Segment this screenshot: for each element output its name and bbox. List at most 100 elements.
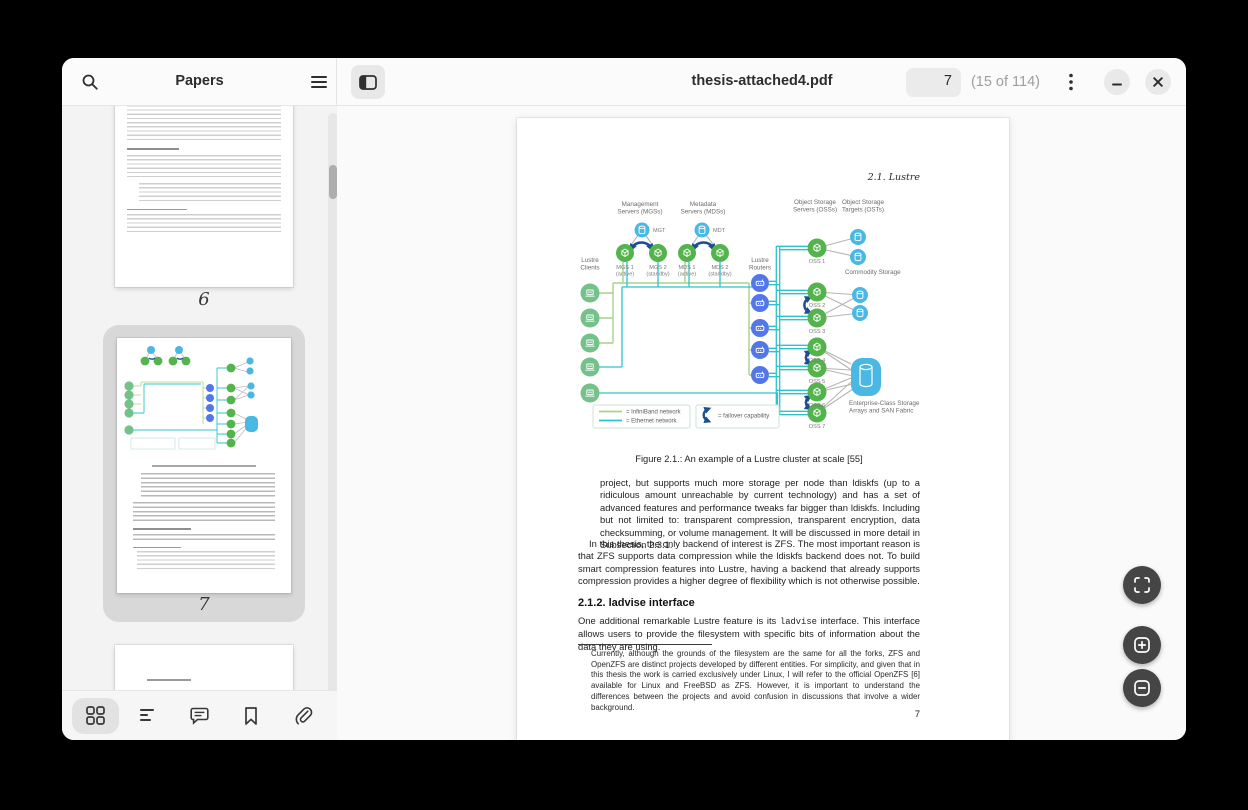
zoom-in-button[interactable]: [1123, 626, 1161, 664]
label-lustre-clients: Lustre: [581, 257, 599, 264]
thumbnail-list[interactable]: 6: [62, 106, 337, 690]
minimize-button[interactable]: [1104, 69, 1130, 95]
lustre-cluster-diagram: Management Servers (MGSs) Metadata Serve…: [566, 190, 928, 438]
tab-bookmarks[interactable]: [228, 698, 275, 734]
fake-heading: [127, 148, 179, 150]
sidebar-toolbar: [62, 690, 337, 740]
label-oss6: OSS 6: [809, 403, 825, 409]
main-menu-button[interactable]: [302, 65, 336, 99]
thumbnail-label-6: 6: [115, 289, 293, 310]
fake-text-block: [141, 473, 275, 497]
close-button[interactable]: [1145, 69, 1171, 95]
section-paragraph-text: One additional remarkable Lustre feature…: [578, 615, 780, 626]
label-mgt: MGT: [653, 228, 666, 234]
tab-thumbnails[interactable]: [72, 698, 119, 734]
app-window: Papers thesis-attached4.pdf 7 (15 of 114: [62, 58, 1186, 740]
document-view[interactable]: 2.1. Lustre: [337, 106, 1186, 740]
thumbnail-label-7: 7: [103, 594, 305, 615]
label-ost-targets: Object Storage: [842, 199, 885, 206]
page-number-input[interactable]: 7: [906, 68, 961, 97]
svg-text:Servers (OSSs): Servers (OSSs): [793, 207, 837, 214]
label-mgs1: MGS 1: [616, 265, 633, 271]
fit-page-button[interactable]: [1123, 566, 1161, 604]
running-header: 2.1. Lustre: [578, 172, 920, 183]
page-number: 7: [578, 709, 920, 720]
svg-text:Targets (OSTs): Targets (OSTs): [842, 207, 884, 214]
fake-text-block: [127, 214, 281, 232]
label-commodity-storage: Commodity Storage: [845, 269, 901, 276]
label-mds1: MDS 1: [678, 265, 695, 271]
label-oss2: OSS 2: [809, 303, 825, 309]
label-oss3: OSS 3: [809, 329, 825, 335]
label-lustre-routers: Lustre: [751, 257, 769, 264]
tab-attachments[interactable]: [280, 698, 327, 734]
svg-text:(active): (active): [678, 272, 696, 278]
section-heading: 2.1.2. ladvise interface: [578, 597, 695, 609]
legend-ethernet: = Ethernet network: [626, 419, 678, 425]
svg-text:(standby): (standby): [646, 272, 669, 278]
zoom-out-icon: [1134, 680, 1150, 696]
paragraph-2: In this thesis, the only backend of inte…: [578, 538, 920, 588]
sidebar-headerbar: Papers: [62, 58, 337, 106]
annotation-bubble-icon: [190, 707, 209, 725]
headerbar: Papers thesis-attached4.pdf 7 (15 of 114: [62, 58, 1186, 106]
view-menu-button[interactable]: [1054, 65, 1088, 99]
label-mds2: MDS 2: [711, 265, 728, 271]
close-icon: [1153, 77, 1163, 87]
scrollbar-thumb[interactable]: [329, 165, 337, 199]
svg-text:(active): (active): [616, 272, 634, 278]
fake-caption-line: [152, 465, 256, 467]
tab-outline[interactable]: [124, 698, 171, 734]
kebab-menu-icon: [1068, 73, 1074, 91]
footnote-rule: [578, 644, 712, 645]
label-oss1: OSS 1: [809, 259, 825, 265]
tab-annotations[interactable]: [176, 698, 223, 734]
label-enterprise-storage: Enterprise-Class Storage: [849, 400, 920, 407]
figure-caption: Figure 2.1.: An example of a Lustre clus…: [578, 454, 920, 464]
legend-failover: = failover capability: [718, 414, 769, 420]
bookmark-icon: [244, 707, 258, 725]
label-mdt: MDT: [713, 228, 726, 234]
fake-footnote-rule: [133, 547, 181, 548]
label-oss-servers: Object Storage: [794, 199, 837, 206]
thumbnail-page-7: [117, 338, 291, 593]
main-headerbar: thesis-attached4.pdf 7 (15 of 114): [338, 58, 1186, 106]
outline-icon: [140, 708, 156, 723]
label-oss7: OSS 7: [809, 424, 825, 430]
zoom-out-button[interactable]: [1123, 669, 1161, 707]
fake-text-block: [127, 155, 281, 177]
ladvise-code: ladvise: [780, 617, 817, 627]
thumbnails-grid-icon: [86, 706, 105, 725]
svg-text:Servers (MDSs): Servers (MDSs): [681, 209, 726, 216]
fake-text-block: [133, 534, 275, 543]
svg-text:Routers: Routers: [749, 265, 771, 272]
fake-text-block: [137, 551, 275, 571]
footnote: Currently, although the grounds of the f…: [591, 649, 920, 713]
label-metadata-servers: Metadata: [690, 201, 717, 208]
fake-text-block: [139, 183, 281, 203]
label-oss4: OSS 4: [809, 358, 825, 364]
thumbnail-page-6[interactable]: [115, 106, 293, 287]
zoom-in-icon: [1134, 637, 1150, 653]
svg-text:Arrays and SAN Fabric: Arrays and SAN Fabric: [849, 408, 913, 415]
hamburger-menu-icon: [310, 75, 328, 89]
label-mgmt-servers: Management: [622, 201, 659, 208]
pdf-page: 2.1. Lustre: [517, 118, 1009, 740]
header-right-controls: 7 (15 of 114): [906, 58, 1171, 106]
svg-text:Clients: Clients: [580, 265, 599, 272]
svg-text:Servers (MGSs): Servers (MGSs): [617, 209, 662, 216]
thumbnail-page-8[interactable]: [115, 645, 293, 690]
svg-text:(standby): (standby): [708, 272, 731, 278]
fake-heading: [133, 528, 191, 530]
fake-text-block: [127, 106, 281, 141]
mini-diagram: [117, 338, 291, 456]
legend-infiniband: = InfiniBand network: [626, 410, 682, 416]
paperclip-icon: [294, 706, 313, 725]
sidebar-title: Papers: [62, 73, 337, 89]
label-mgs2: MGS 2: [649, 265, 666, 271]
fake-heading: [147, 679, 191, 681]
label-oss5: OSS 5: [809, 379, 825, 385]
fit-page-icon: [1134, 577, 1150, 593]
page-count-label: (15 of 114): [971, 74, 1040, 90]
thumbnail-page-7-selected[interactable]: 7: [103, 325, 305, 622]
